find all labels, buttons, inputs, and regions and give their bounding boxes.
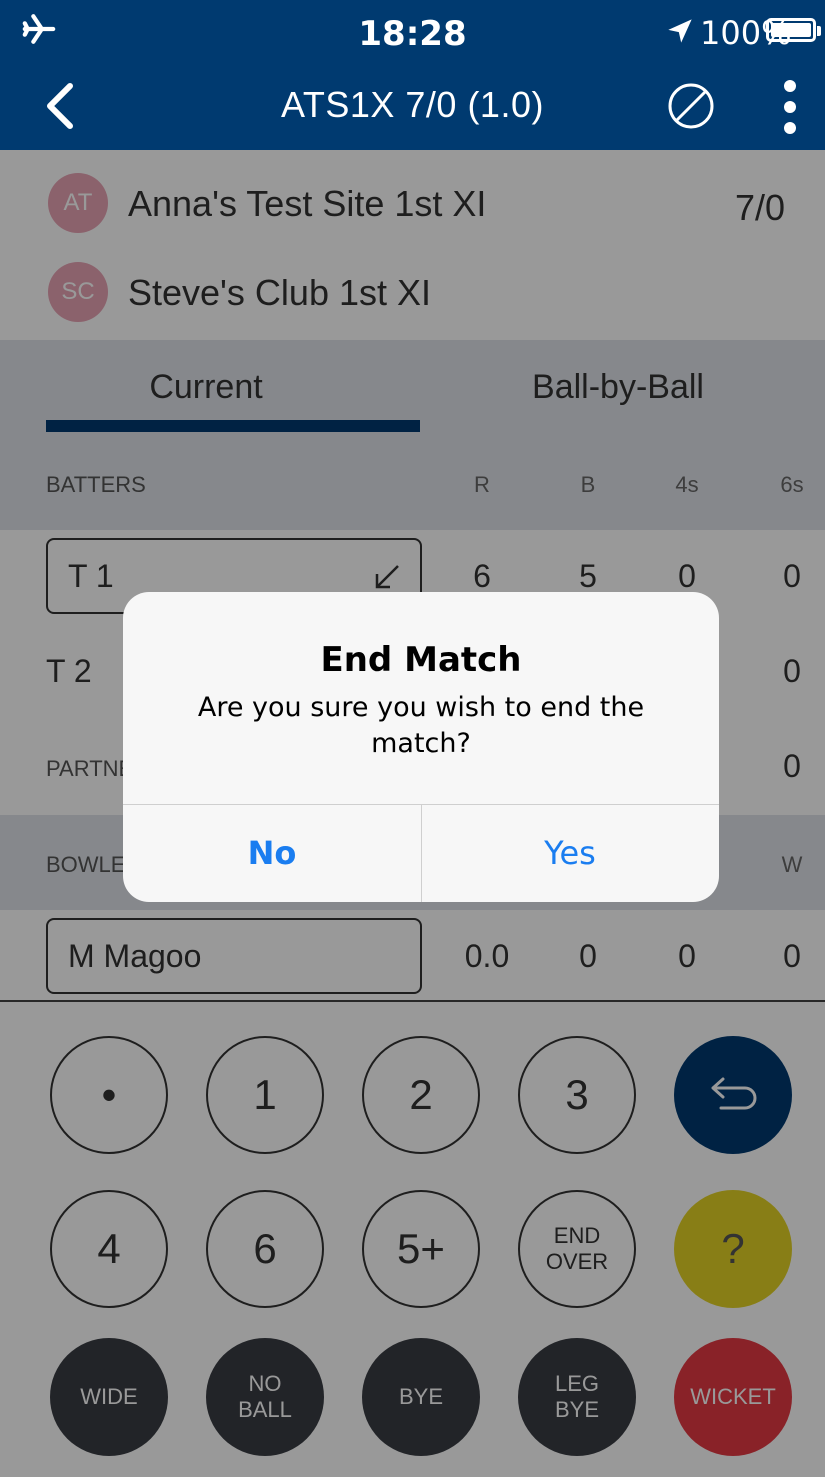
end-match-dialog: End Match Are you sure you wish to end t…: [123, 592, 719, 902]
dialog-message: Are you sure you wish to end the match?: [197, 692, 645, 759]
battery-icon: [766, 18, 821, 42]
dialog-title: End Match: [320, 640, 522, 680]
cancel-match-icon[interactable]: [665, 80, 717, 132]
nav-bar: ATS1X 7/0 (1.0): [0, 62, 825, 150]
more-options-icon[interactable]: [770, 76, 810, 138]
location-icon: [668, 19, 692, 43]
no-button[interactable]: No: [123, 805, 421, 902]
yes-button[interactable]: Yes: [421, 805, 719, 902]
status-bar: 18:28 100%: [0, 0, 825, 62]
